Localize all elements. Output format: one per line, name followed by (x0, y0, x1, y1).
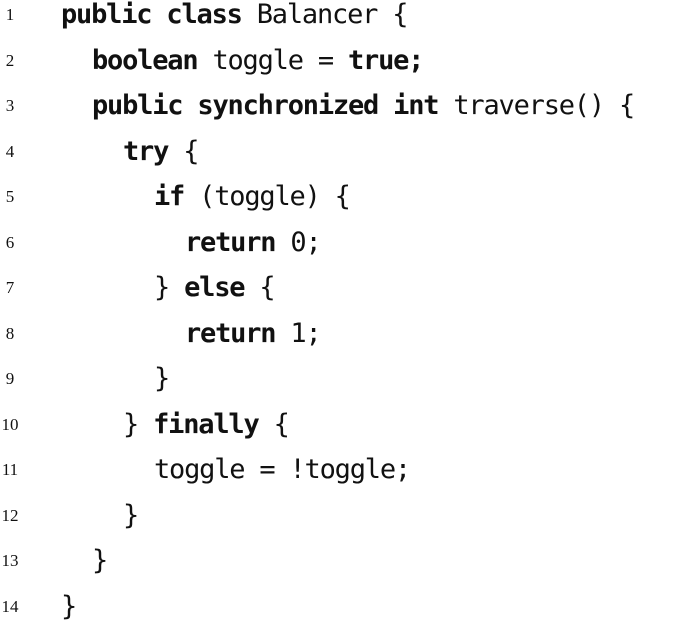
code-line: 6 return 0; (0, 220, 691, 266)
code-keyword: class (166, 0, 241, 30)
line-number: 4 (0, 129, 20, 175)
code-keyword: public (61, 0, 151, 30)
code-token: 1; (275, 318, 320, 349)
code-line: 3 public synchronized int traverse() { (0, 83, 691, 129)
code-line: 7} else { (0, 265, 691, 311)
code-token: } (154, 272, 184, 303)
code-token (378, 90, 393, 121)
code-text: } (61, 584, 76, 629)
code-token: (toggle) { (184, 181, 350, 212)
code-text: } else { (61, 265, 274, 311)
line-number: 8 (0, 311, 20, 357)
code-line: 4 try { (0, 129, 691, 175)
code-token: } (123, 500, 138, 531)
line-number: 7 (0, 265, 20, 311)
code-text: } finally { (61, 402, 289, 448)
code-keyword: boolean (92, 45, 197, 76)
line-number: 9 (0, 356, 20, 402)
line-number: 14 (0, 584, 20, 629)
line-number: 1 (0, 0, 20, 38)
code-token (182, 90, 197, 121)
code-text: boolean toggle = true; (61, 38, 423, 84)
code-token: Balancer { (242, 0, 408, 30)
code-keyword: synchronized (197, 90, 378, 121)
code-token: { (244, 272, 274, 303)
line-number: 13 (0, 538, 20, 584)
code-line: 10} finally { (0, 402, 691, 448)
code-text: } (61, 356, 169, 402)
code-token (151, 0, 166, 30)
code-text: toggle = !toggle; (61, 447, 410, 493)
code-line: 12} (0, 493, 691, 539)
code-text: try { (61, 129, 198, 175)
code-line: 13} (0, 538, 691, 584)
code-token: } (123, 409, 153, 440)
code-line: 14} (0, 584, 691, 629)
code-line: 2 boolean toggle = true; (0, 38, 691, 84)
code-token: 0; (275, 227, 320, 258)
code-text: } (61, 538, 107, 584)
code-text: public class Balancer { (61, 0, 407, 38)
code-token: toggle = (197, 45, 348, 76)
code-text: } (61, 493, 138, 539)
code-keyword: public (92, 90, 182, 121)
line-number: 3 (0, 83, 20, 129)
code-line: 1 public class Balancer { (0, 0, 691, 38)
code-text: return 0; (61, 220, 321, 266)
code-line: 9} (0, 356, 691, 402)
code-token: { (259, 409, 289, 440)
line-number: 6 (0, 220, 20, 266)
code-token: { (168, 136, 198, 167)
code-keyword: return (185, 227, 275, 258)
line-number: 2 (0, 38, 20, 84)
code-token: toggle = !toggle; (154, 454, 410, 485)
code-text: if (toggle) { (61, 174, 350, 220)
line-number: 5 (0, 174, 20, 220)
code-keyword: else (184, 272, 244, 303)
code-keyword: int (393, 90, 438, 121)
code-keyword: if (154, 181, 184, 212)
code-keyword: finally (153, 409, 258, 440)
code-keyword: return (185, 318, 275, 349)
code-token: traverse() { (438, 90, 634, 121)
code-line: 11 toggle = !toggle; (0, 447, 691, 493)
code-text: return 1; (61, 311, 321, 357)
code-token: } (92, 545, 107, 576)
line-number: 12 (0, 493, 20, 539)
code-listing: 1 public class Balancer { 2 boolean toggle … (0, 0, 691, 629)
code-keyword: true; (348, 45, 423, 76)
line-number: 10 (0, 402, 20, 448)
code-line: 5 if (toggle) { (0, 174, 691, 220)
code-keyword: try (123, 136, 168, 167)
code-line: 8 return 1; (0, 311, 691, 357)
line-number: 11 (0, 447, 20, 493)
code-token: } (61, 591, 76, 622)
code-text: public synchronized int traverse() { (61, 83, 634, 129)
code-token: } (154, 363, 169, 394)
